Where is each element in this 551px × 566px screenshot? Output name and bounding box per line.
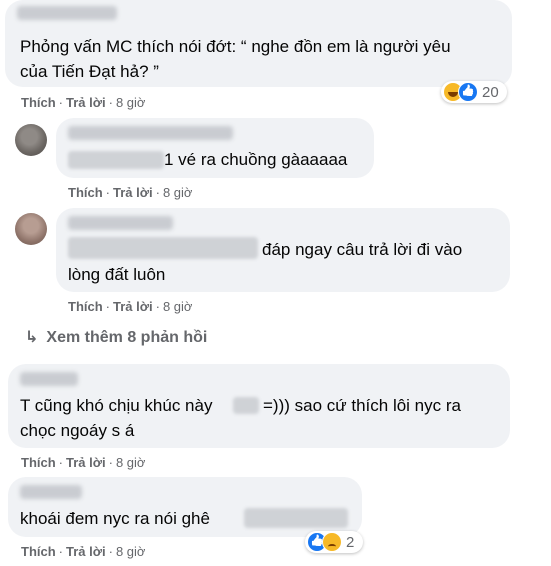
comment-actions: Thích · Trả lời · 8 giờ: [21, 455, 146, 470]
tagged-name-blurred[interactable]: [233, 397, 259, 414]
like-action[interactable]: Thích: [21, 544, 56, 559]
comment-actions: Thích · Trả lời · 8 giờ: [68, 299, 193, 314]
commenter-name-blurred[interactable]: [68, 216, 173, 230]
comment-actions: Thích · Trả lời · 8 giờ: [21, 544, 146, 559]
comment-text-line: Phỏng vấn MC thích nói đớt: “ nghe đồn e…: [20, 37, 451, 56]
reply-action[interactable]: Trả lời: [66, 455, 106, 470]
reaction-count: 2: [346, 533, 355, 551]
commenter-name-blurred[interactable]: [17, 6, 117, 20]
reaction-summary[interactable]: 2: [305, 531, 363, 553]
reply-arrow-icon: ↳: [25, 329, 39, 346]
tagged-name-blurred[interactable]: [244, 508, 348, 528]
view-more-label: Xem thêm 8 phản hồi: [46, 329, 208, 346]
comment-bubble: khoái đem nyc ra nói ghê: [8, 477, 362, 537]
comment-text-line: chọc ngoáy s á: [20, 421, 135, 440]
reply-action[interactable]: Trả lời: [113, 185, 153, 200]
comment-text-line: của Tiến Đạt hả? ”: [20, 62, 159, 81]
like-icon: [458, 82, 478, 102]
comment-actions: Thích · Trả lời · 8 giờ: [68, 185, 193, 200]
reply-action[interactable]: Trả lời: [113, 299, 153, 314]
comment-bubble: 1 vé ra chuồng gàaaaaa: [56, 118, 374, 178]
like-action[interactable]: Thích: [68, 185, 103, 200]
comment-text-line: khoái đem nyc ra nói ghê: [20, 509, 210, 528]
reaction-summary[interactable]: 20: [441, 81, 507, 103]
view-more-replies[interactable]: ↳ Xem thêm 8 phản hồi: [25, 327, 207, 347]
tagged-name-blurred[interactable]: [68, 151, 164, 169]
comment-text-line: T cũng khó chịu khúc này: [20, 396, 213, 415]
reply-action[interactable]: Trả lời: [66, 544, 106, 559]
comment-time: 8 giờ: [115, 95, 146, 110]
comment-bubble: đáp ngay câu trả lời đi vào lòng đất luô…: [56, 208, 510, 292]
comment-bubble: Phỏng vấn MC thích nói đớt: “ nghe đồn e…: [5, 0, 512, 87]
reply-action[interactable]: Trả lời: [66, 95, 106, 110]
comment-text-line: lòng đất luôn: [68, 265, 166, 284]
comment-time: 8 giờ: [115, 455, 146, 470]
like-action[interactable]: Thích: [21, 95, 56, 110]
avatar[interactable]: [15, 124, 47, 156]
sad-icon: [322, 532, 342, 552]
comment-time: 8 giờ: [162, 185, 193, 200]
comment-time: 8 giờ: [115, 544, 146, 559]
comment-bubble: T cũng khó chịu khúc này =))) sao cứ thí…: [8, 364, 510, 448]
commenter-name-blurred[interactable]: [20, 372, 78, 386]
reaction-count: 20: [482, 83, 499, 101]
comment-actions: Thích · Trả lời · 8 giờ: [21, 95, 146, 110]
comment-time: 8 giờ: [162, 299, 193, 314]
comment-text-line: =))) sao cứ thích lôi nyc ra: [263, 396, 461, 415]
commenter-name-blurred[interactable]: [68, 126, 233, 140]
comment-text-line: đáp ngay câu trả lời đi vào: [262, 240, 463, 259]
comment-text-line: 1 vé ra chuồng gàaaaaa: [164, 150, 348, 169]
like-action[interactable]: Thích: [68, 299, 103, 314]
like-action[interactable]: Thích: [21, 455, 56, 470]
avatar[interactable]: [15, 213, 47, 245]
tagged-name-blurred[interactable]: [68, 237, 258, 259]
commenter-name-blurred[interactable]: [20, 485, 82, 499]
